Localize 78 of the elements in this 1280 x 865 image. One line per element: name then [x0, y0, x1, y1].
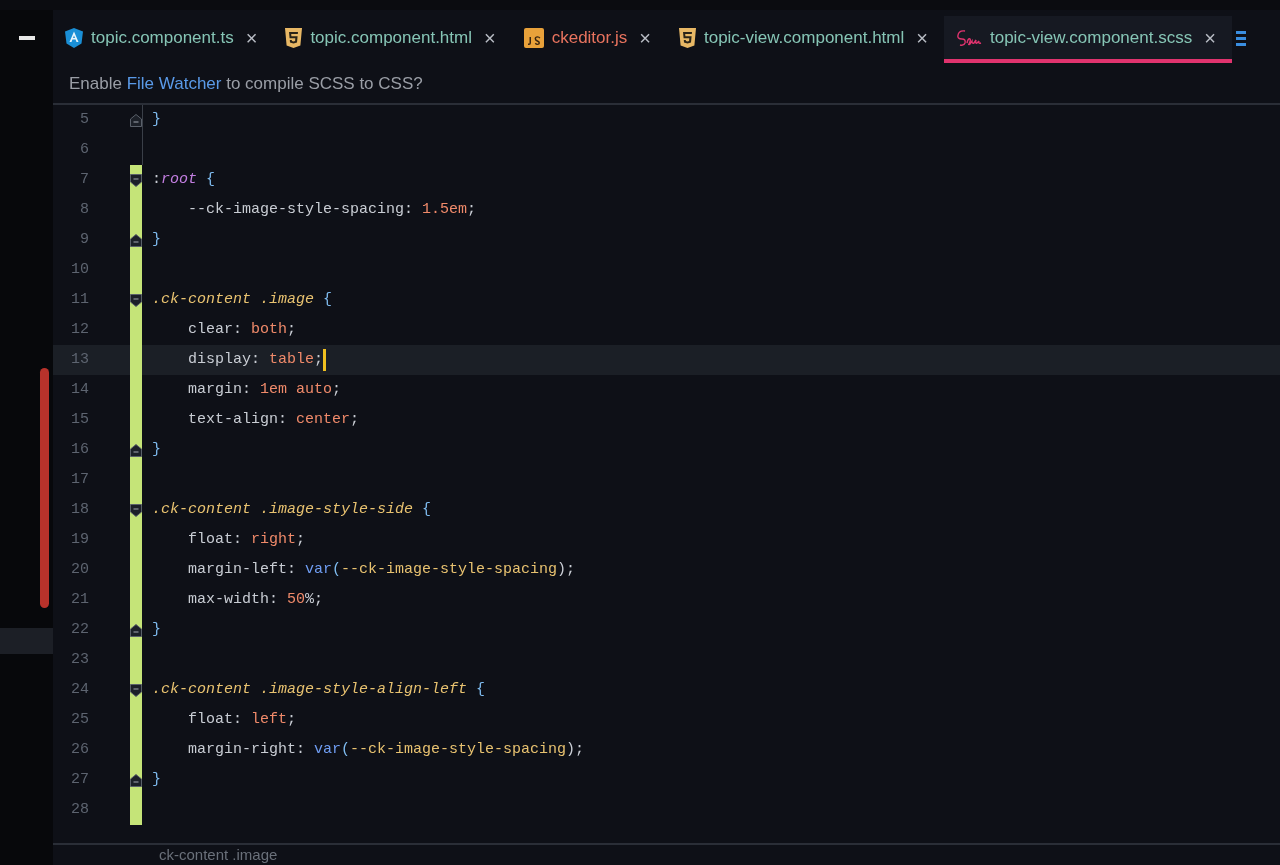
tab-label: topic.component.html — [310, 26, 472, 49]
editor-tab[interactable]: topic.component.html × — [273, 16, 512, 63]
js-icon — [523, 27, 544, 48]
line-number: 7 — [79, 169, 89, 190]
tab-label: topic-view.component.scss — [989, 26, 1193, 49]
shield-icon — [65, 27, 83, 48]
editor-tab[interactable]: ckeditor.js × — [511, 16, 667, 63]
line-number: 22 — [70, 619, 89, 640]
fold-icon[interactable] — [130, 684, 142, 697]
editor-tab[interactable]: topic.component.ts × — [53, 16, 274, 63]
fold-icon[interactable] — [130, 234, 142, 247]
tab-label: topic.component.ts — [91, 26, 234, 49]
tab-label: ckeditor.js — [551, 26, 628, 49]
code-text: float: right; — [187, 529, 306, 550]
line-number: 12 — [70, 319, 89, 340]
fold-icon[interactable] — [130, 174, 142, 187]
fold-icon[interactable] — [130, 774, 142, 787]
code-text: .ck-content .image-style-align-left { — [152, 679, 486, 700]
selected-row — [0, 628, 53, 654]
breadcrumb[interactable]: ck-content .image — [159, 843, 278, 865]
editor-tab[interactable]: topic-view.component.html × — [666, 16, 944, 63]
minimize-icon[interactable] — [18, 35, 35, 40]
code-text: } — [152, 229, 161, 250]
code-text: clear: both; — [187, 319, 297, 340]
line-number: 17 — [70, 469, 89, 490]
line-number: 8 — [79, 199, 89, 220]
stack-icon[interactable] — [1235, 28, 1246, 47]
line-number: 25 — [70, 709, 89, 730]
line-number: 21 — [70, 589, 89, 610]
close-button[interactable]: × — [1204, 22, 1216, 53]
code-text: margin-right: var(--ck-image-style-spacing); — [187, 739, 585, 760]
code-text: display: table; — [187, 349, 324, 370]
close-button[interactable]: × — [484, 22, 496, 53]
close-button[interactable]: × — [916, 22, 928, 53]
line-number: 10 — [70, 259, 89, 280]
code-text: margin: 1em auto; — [187, 379, 342, 400]
line-number: 14 — [70, 379, 89, 400]
line-number: 23 — [70, 649, 89, 670]
line-number: 6 — [79, 139, 89, 160]
close-button[interactable]: × — [245, 22, 258, 53]
text-cursor — [323, 349, 327, 371]
script-logo-icon — [955, 27, 982, 48]
fold-icon[interactable] — [130, 444, 142, 457]
line-number: 27 — [70, 769, 89, 790]
code-text: } — [152, 619, 161, 640]
html5-icon — [285, 27, 303, 48]
line-number: 9 — [79, 229, 89, 250]
line-number: 18 — [70, 499, 89, 520]
line-number: 26 — [70, 739, 89, 760]
line-number: 11 — [70, 289, 89, 310]
fold-icon[interactable] — [130, 294, 142, 307]
code-text: } — [152, 439, 161, 460]
code-text: .ck-content .image-style-side { — [152, 499, 432, 520]
line-number: 13 — [70, 349, 89, 370]
line-number: 20 — [70, 559, 89, 580]
html5-icon — [678, 27, 696, 48]
file-watcher-link[interactable]: File Watcher — [126, 74, 222, 94]
fold-icon[interactable] — [130, 504, 142, 517]
code-text: } — [152, 109, 161, 130]
editor-tab[interactable]: topic-view.component.scss × — [943, 16, 1232, 63]
tab-label: topic-view.component.html — [703, 26, 905, 49]
code-text: } — [152, 769, 161, 790]
code-text: text-align: center; — [187, 409, 360, 430]
code-text: --ck-image-style-spacing: 1.5em; — [187, 199, 477, 220]
banner-text: Enable File Watcher to compile SCSS to CSS? — [69, 73, 423, 96]
line-number: 16 — [70, 439, 89, 460]
code-text: :root { — [152, 169, 216, 190]
close-button[interactable]: × — [639, 22, 651, 53]
code-text: float: left; — [187, 709, 297, 730]
line-number: 15 — [70, 409, 89, 430]
code-text: margin-left: var(--ck-image-style-spacing); — [187, 559, 576, 580]
line-number: 28 — [70, 799, 89, 820]
code-text: max-width: 50%; — [187, 589, 324, 610]
fold-icon[interactable] — [130, 624, 142, 637]
line-number: 24 — [70, 679, 89, 700]
line-number: 19 — [70, 529, 89, 550]
line-number: 5 — [79, 109, 89, 130]
code-text: .ck-content .image { — [152, 289, 333, 310]
